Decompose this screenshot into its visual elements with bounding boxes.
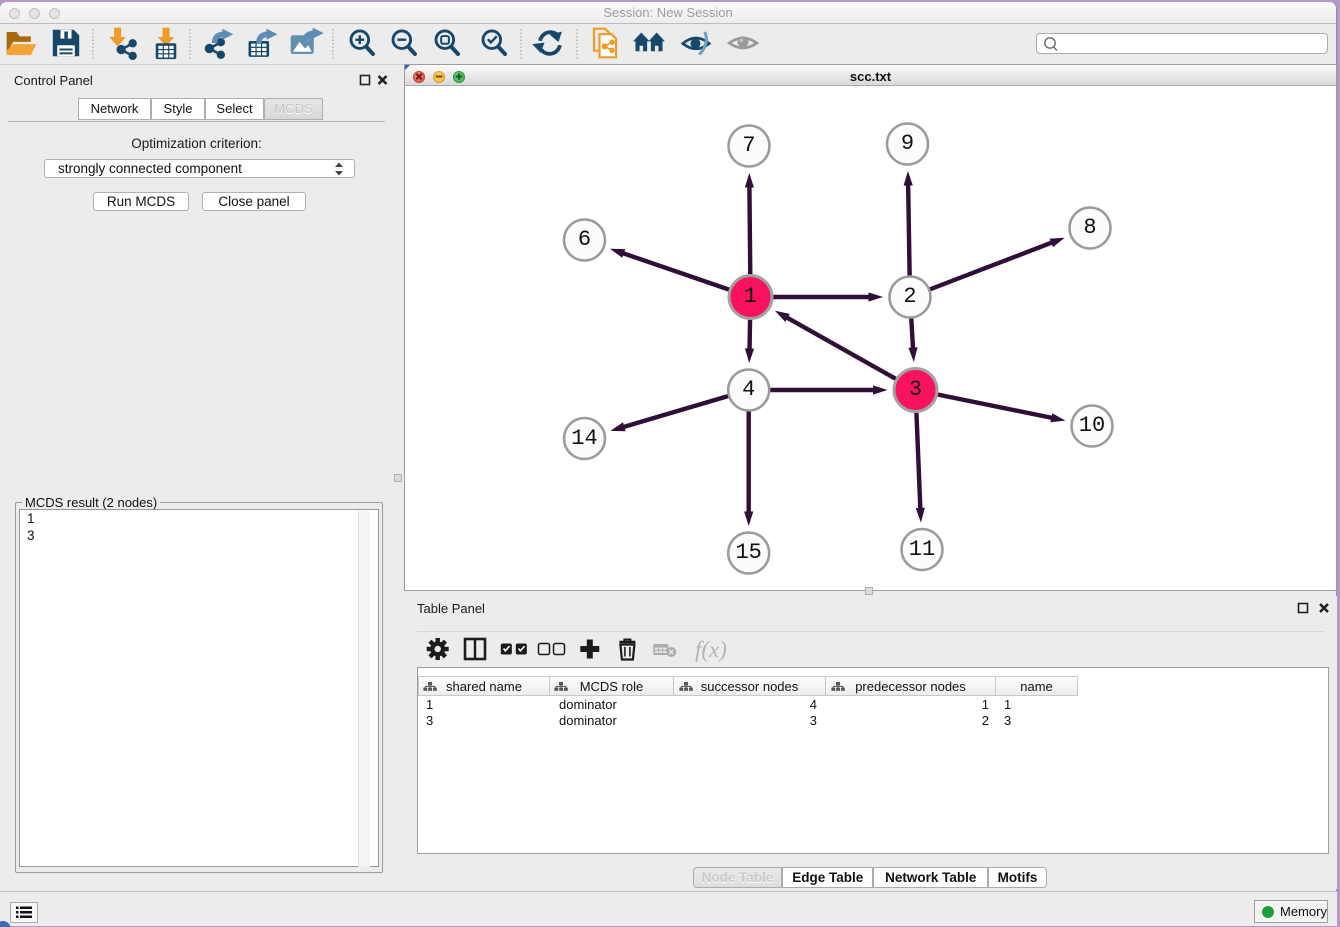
svg-text:f(x): f(x): [695, 637, 727, 662]
